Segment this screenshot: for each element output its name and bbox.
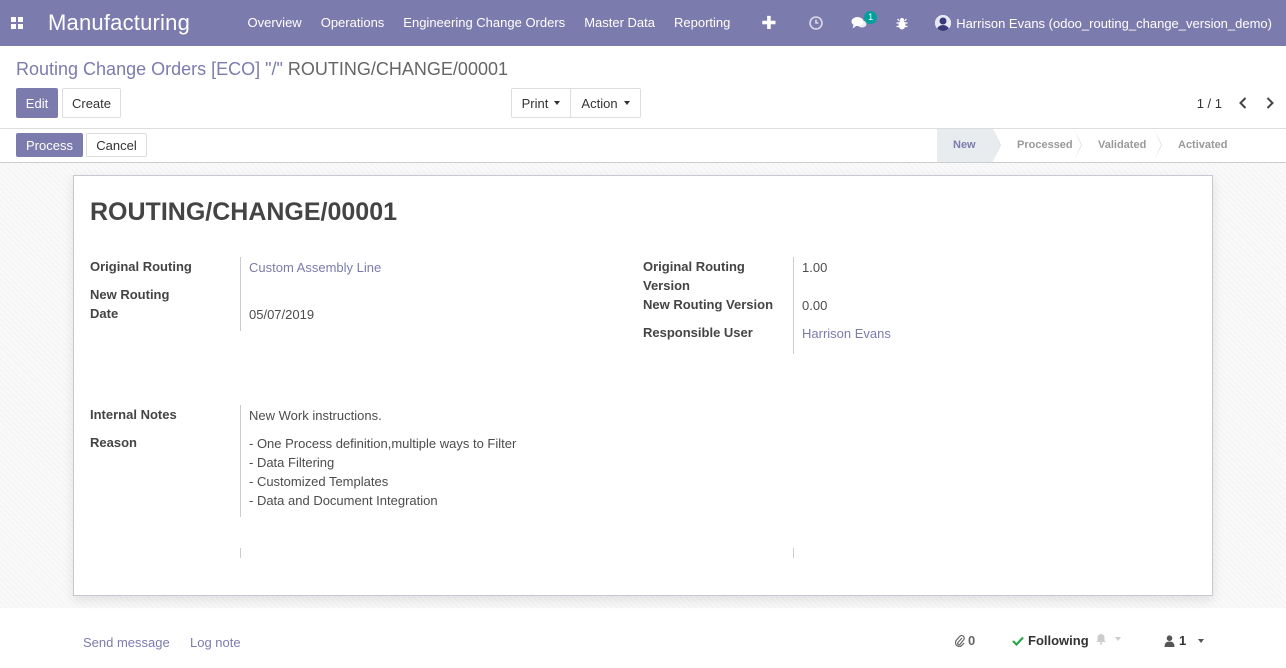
reason-line[interactable]: - Data and Document Integration (249, 491, 438, 510)
main-menu: Overview Operations Engineering Change O… (238, 0, 784, 46)
create-button[interactable]: Create (62, 88, 121, 118)
field-separator (793, 257, 794, 354)
caret-down-icon (554, 101, 561, 105)
field-separator (240, 257, 241, 331)
date-field[interactable]: 05/07/2019 (249, 305, 314, 324)
menu-operations[interactable]: Operations (311, 0, 394, 46)
edit-button[interactable]: Edit (16, 88, 58, 118)
stage-arrow-fill (993, 129, 1000, 161)
following-label: Following (1028, 633, 1089, 648)
stage-activated-routing[interactable]: Activated Routing (1154, 129, 1286, 184)
new-routing-version-field[interactable]: 0.00 (802, 296, 827, 315)
reason-line[interactable]: - Customized Templates (249, 472, 388, 491)
activity-clock-icon[interactable] (804, 0, 828, 46)
process-button[interactable]: Process (16, 133, 83, 157)
new-routing-version-label: New Routing Version (643, 297, 774, 312)
stage-label: Validated (1098, 139, 1147, 151)
print-label: Print (521, 95, 549, 111)
original-routing-field[interactable]: Custom Assembly Line (249, 258, 381, 277)
cancel-button[interactable]: Cancel (86, 133, 147, 157)
field-separator (240, 405, 241, 517)
reason-line[interactable]: - One Process definition,multiple ways t… (249, 434, 516, 453)
stage-label: New (953, 139, 976, 151)
statusbar: Process Cancel New Processed Validated A… (0, 129, 1286, 184)
chevron-right-icon (1266, 97, 1274, 109)
messages-icon[interactable]: 1 (847, 0, 878, 46)
followers-count: 1 (1179, 633, 1187, 648)
chevron-left-icon (1239, 97, 1247, 109)
notification-settings-button[interactable] (1095, 633, 1121, 645)
responsible-user-field[interactable]: Harrison Evans (802, 324, 891, 343)
stage-new[interactable]: New (937, 129, 1001, 162)
caret-down-icon (1115, 637, 1121, 641)
check-icon (1012, 636, 1024, 646)
original-routing-version-label-line2: Version (643, 278, 690, 293)
pager-next-button[interactable] (1260, 93, 1280, 113)
internal-notes-field[interactable]: New Work instructions. (249, 406, 382, 425)
stage-arrow-fill (1154, 129, 1161, 161)
grid-icon (10, 17, 23, 29)
stage-label: Processed (1017, 139, 1073, 151)
internal-notes-label: Internal Notes (90, 407, 177, 422)
date-label: Date (90, 306, 119, 321)
menu-overview[interactable]: Overview (238, 0, 311, 46)
paperclip-icon (955, 634, 965, 647)
plus-icon[interactable]: ✚ (754, 13, 784, 34)
original-routing-version-field[interactable]: 1.00 (802, 258, 827, 277)
stage-progress: New Processed Validated Activated Routin… (937, 129, 1286, 184)
action-label: Action (581, 95, 618, 111)
print-dropdown[interactable]: Print (511, 88, 571, 118)
send-message-button[interactable]: Send message (83, 635, 170, 650)
menu-master-data[interactable]: Master Data (575, 0, 665, 46)
reason-label: Reason (90, 435, 137, 450)
user-menu[interactable]: Harrison Evans (odoo_routing_change_vers… (935, 15, 1272, 31)
caret-down-icon (623, 101, 630, 105)
action-dropdown[interactable]: Action (570, 88, 641, 118)
responsible-user-label: Responsible User (643, 325, 753, 340)
avatar (935, 15, 952, 31)
debug-bug-icon[interactable] (890, 0, 914, 46)
attachments-button[interactable]: 0 (955, 633, 975, 648)
stage-validated[interactable]: Validated (1074, 129, 1162, 162)
original-routing-label: Original Routing (90, 259, 192, 274)
menu-reporting[interactable]: Reporting (665, 0, 740, 46)
user-name: Harrison Evans (odoo_routing_change_vers… (956, 15, 1272, 31)
followers-button[interactable]: 1 (1164, 633, 1205, 648)
original-routing-version-label-line1: Original Routing (643, 259, 745, 274)
top-navbar: Manufacturing Overview Operations Engine… (0, 0, 1286, 46)
form-sheet: ROUTING/CHANGE/00001 Original Routing Cu… (73, 175, 1213, 596)
attachments-count: 0 (968, 633, 976, 648)
pager-value[interactable]: 1 / 1 (1197, 96, 1222, 111)
pager-previous-button[interactable] (1233, 93, 1253, 113)
field-separator (240, 548, 241, 558)
apps-menu-button[interactable] (0, 0, 33, 46)
log-note-button[interactable]: Log note (190, 635, 241, 650)
bell-icon (1096, 634, 1106, 645)
new-routing-label: New Routing (90, 287, 170, 302)
user-icon (1164, 634, 1175, 647)
field-separator (793, 548, 794, 558)
reason-line[interactable]: - Data Filtering (249, 453, 334, 472)
following-button[interactable]: Following (1012, 633, 1089, 648)
app-title[interactable]: Manufacturing (48, 10, 190, 36)
stage-processed[interactable]: Processed (993, 129, 1082, 162)
breadcrumb-current: ROUTING/CHANGE/00001 (287, 59, 508, 79)
messages-badge: 1 (864, 11, 878, 24)
stage-arrow-fill (1074, 129, 1081, 161)
breadcrumb: Routing Change Orders [ECO] "/" ROUTING/… (16, 59, 508, 80)
breadcrumb-parent-link[interactable]: Routing Change Orders [ECO] "/" (16, 59, 283, 79)
caret-down-icon (1198, 638, 1205, 643)
record-title: ROUTING/CHANGE/00001 (90, 198, 398, 226)
menu-engineering-change-orders[interactable]: Engineering Change Orders (394, 0, 575, 46)
